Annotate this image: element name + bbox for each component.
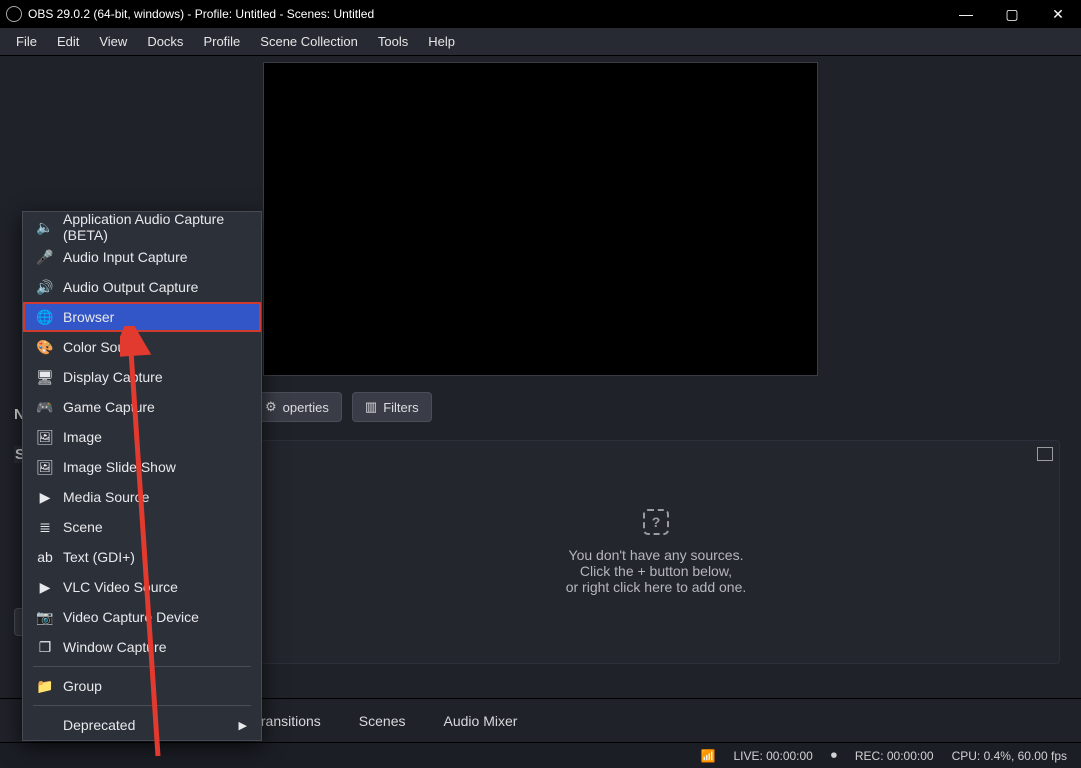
- menu-tools[interactable]: Tools: [368, 28, 418, 55]
- menu-edit[interactable]: Edit: [47, 28, 89, 55]
- context-item-label: Display Capture: [63, 369, 163, 385]
- window-title: OBS 29.0.2 (64-bit, windows) - Profile: …: [28, 7, 943, 21]
- context-item-display-capture[interactable]: 🖥 Display Capture: [23, 362, 261, 392]
- status-bar: 📶 LIVE: 00:00:00 ⏺ REC: 00:00:00 CPU: 0.…: [0, 742, 1081, 768]
- menubar: File Edit View Docks Profile Scene Colle…: [0, 28, 1081, 56]
- context-item-label: Deprecated: [63, 717, 135, 733]
- status-cpu: CPU: 0.4%, 60.00 fps: [952, 749, 1067, 763]
- context-item-label: Game Capture: [63, 399, 155, 415]
- context-item-label: Color Source: [63, 339, 145, 355]
- properties-button[interactable]: ⚙ operties: [252, 392, 342, 422]
- globe-icon: 🌐: [37, 309, 53, 326]
- play-icon: ▶: [37, 489, 53, 506]
- sources-empty-line1: You don't have any sources.: [569, 547, 744, 563]
- scene-icon: ≣: [37, 519, 53, 536]
- context-item-label: Image Slide Show: [63, 459, 176, 475]
- context-item-label: Window Capture: [63, 639, 167, 655]
- menu-view[interactable]: View: [89, 28, 137, 55]
- context-item-game-capture[interactable]: 🎮 Game Capture: [23, 392, 261, 422]
- menu-scene-collection[interactable]: Scene Collection: [250, 28, 368, 55]
- context-item-media-source[interactable]: ▶ Media Source: [23, 482, 261, 512]
- menu-help[interactable]: Help: [418, 28, 465, 55]
- speaker-icon: 🔊: [37, 279, 53, 296]
- camera-icon: 📷: [37, 609, 53, 626]
- context-item-vlc-video-source[interactable]: ▶ VLC Video Source: [23, 572, 261, 602]
- color-icon: 🎨: [37, 339, 53, 356]
- context-item-scene[interactable]: ≣ Scene: [23, 512, 261, 542]
- context-item-label: Audio Output Capture: [63, 279, 198, 295]
- context-item-label: Scene: [63, 519, 103, 535]
- context-item-label: Text (GDI+): [63, 549, 135, 565]
- context-item-text-gdi[interactable]: ab Text (GDI+): [23, 542, 261, 572]
- dock-scenes[interactable]: Scenes: [347, 707, 418, 735]
- context-item-browser[interactable]: 🌐 Browser: [23, 302, 261, 332]
- status-rec: REC: 00:00:00: [855, 749, 934, 763]
- context-item-application-audio-capture-beta[interactable]: 🔈 Application Audio Capture (BETA): [23, 212, 261, 242]
- question-icon: ?: [643, 509, 669, 535]
- filters-icon: ▥: [365, 399, 377, 415]
- context-item-audio-input-capture[interactable]: 🎤 Audio Input Capture: [23, 242, 261, 272]
- popout-icon[interactable]: [1037, 447, 1053, 461]
- context-item-label: Audio Input Capture: [63, 249, 188, 265]
- context-item-label: Image: [63, 429, 102, 445]
- separator: [33, 666, 251, 667]
- text-icon: ab: [37, 549, 53, 565]
- obs-logo-icon: [6, 6, 22, 22]
- context-item-label: Group: [63, 678, 102, 694]
- sources-panel[interactable]: ? You don't have any sources. Click the …: [252, 440, 1060, 664]
- filters-label: Filters: [383, 400, 418, 415]
- context-item-label: Application Audio Capture (BETA): [63, 211, 247, 243]
- titlebar: OBS 29.0.2 (64-bit, windows) - Profile: …: [0, 0, 1081, 28]
- context-item-window-capture[interactable]: ❐ Window Capture: [23, 632, 261, 662]
- folder-icon: 📁: [37, 678, 53, 695]
- context-item-label: Video Capture Device: [63, 609, 199, 625]
- context-item-image-slide-show[interactable]: 🖼 Image Slide Show: [23, 452, 261, 482]
- mic-icon: 🎤: [37, 249, 53, 266]
- add-source-context-menu: 🔈 Application Audio Capture (BETA) 🎤 Audio …: [22, 211, 262, 741]
- play-icon: ▶: [37, 579, 53, 596]
- record-icon: ⏺: [831, 748, 837, 763]
- image-icon: 🖼: [37, 429, 53, 446]
- context-item-group[interactable]: 📁 Group: [23, 671, 261, 701]
- separator: [33, 705, 251, 706]
- menu-file[interactable]: File: [6, 28, 47, 55]
- context-item-label: VLC Video Source: [63, 579, 178, 595]
- context-item-image[interactable]: 🖼 Image: [23, 422, 261, 452]
- status-live: LIVE: 00:00:00: [733, 749, 812, 763]
- gear-icon: ⚙: [265, 399, 277, 415]
- minimize-button[interactable]: —: [943, 0, 989, 28]
- signal-icon: 📶: [701, 749, 716, 763]
- dock-audio-mixer[interactable]: Audio Mixer: [432, 707, 530, 735]
- chevron-right-icon: ▶: [239, 719, 247, 732]
- context-item-audio-output-capture[interactable]: 🔊 Audio Output Capture: [23, 272, 261, 302]
- display-icon: 🖥: [37, 369, 53, 386]
- maximize-button[interactable]: ▢: [989, 0, 1035, 28]
- slideshow-icon: 🖼: [37, 459, 53, 476]
- gamepad-icon: 🎮: [37, 399, 53, 416]
- properties-partial-label: operties: [283, 400, 329, 415]
- context-item-video-capture-device[interactable]: 📷 Video Capture Device: [23, 602, 261, 632]
- filters-button[interactable]: ▥ Filters: [352, 392, 432, 422]
- sources-empty-line2: Click the + button below,: [580, 563, 732, 579]
- sources-empty-line3: or right click here to add one.: [566, 579, 747, 595]
- context-item-deprecated[interactable]: Deprecated ▶: [23, 710, 261, 740]
- preview-canvas[interactable]: [263, 62, 818, 376]
- context-item-label: Media Source: [63, 489, 149, 505]
- context-item-label: Browser: [63, 309, 114, 325]
- window-icon: ❐: [37, 639, 53, 656]
- context-item-color-source[interactable]: 🎨 Color Source: [23, 332, 261, 362]
- close-button[interactable]: ✕: [1035, 0, 1081, 28]
- menu-profile[interactable]: Profile: [193, 28, 250, 55]
- app-audio-icon: 🔈: [37, 219, 53, 236]
- menu-docks[interactable]: Docks: [137, 28, 193, 55]
